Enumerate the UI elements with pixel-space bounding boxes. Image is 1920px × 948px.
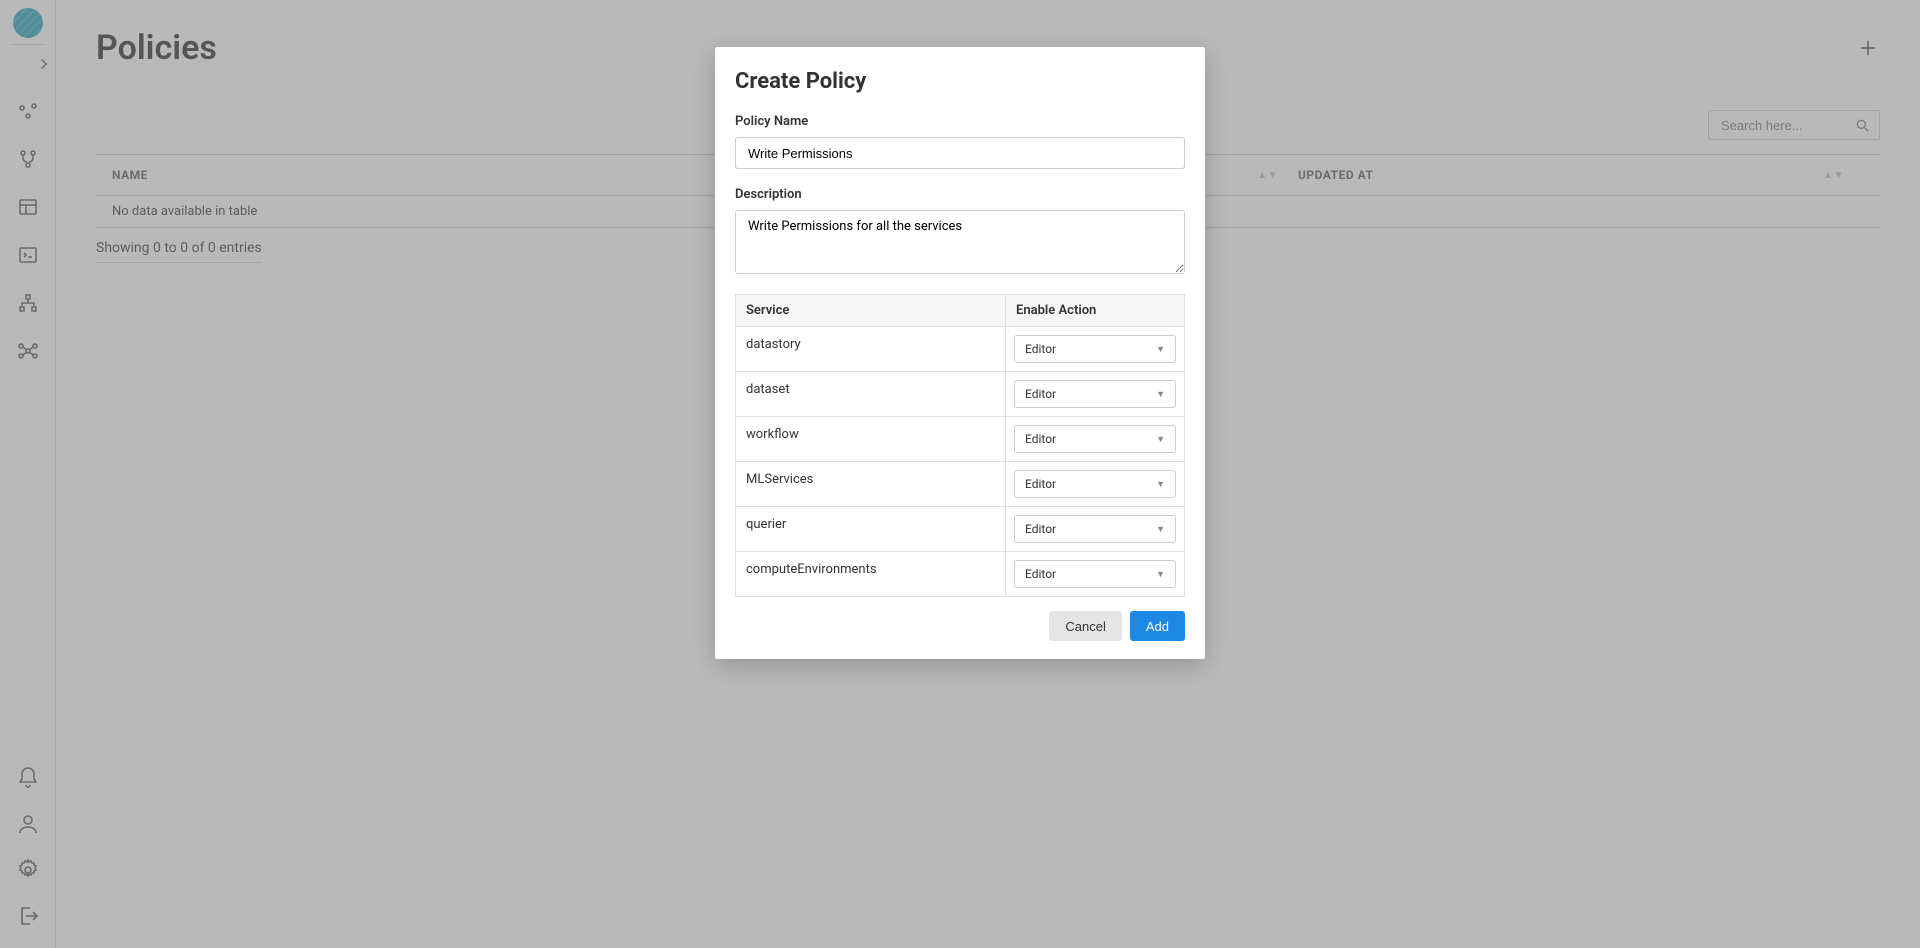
dropdown-value: Editor bbox=[1025, 477, 1056, 491]
service-name: dataset bbox=[736, 372, 1006, 417]
service-name: workflow bbox=[736, 417, 1006, 462]
service-row: dataset Editor ▼ bbox=[736, 372, 1185, 417]
dropdown-value: Editor bbox=[1025, 522, 1056, 536]
service-name: datastory bbox=[736, 327, 1006, 372]
policy-name-input[interactable] bbox=[735, 137, 1185, 169]
dropdown-value: Editor bbox=[1025, 342, 1056, 356]
action-dropdown[interactable]: Editor ▼ bbox=[1014, 425, 1176, 453]
dropdown-value: Editor bbox=[1025, 567, 1056, 581]
modal-title: Create Policy bbox=[735, 69, 1185, 94]
service-name: computeEnvironments bbox=[736, 552, 1006, 597]
create-policy-modal: Create Policy Policy Name Description Se… bbox=[715, 47, 1205, 659]
svc-header-service: Service bbox=[736, 295, 1006, 327]
service-row: querier Editor ▼ bbox=[736, 507, 1185, 552]
caret-down-icon: ▼ bbox=[1156, 569, 1165, 580]
action-dropdown[interactable]: Editor ▼ bbox=[1014, 560, 1176, 588]
dropdown-value: Editor bbox=[1025, 432, 1056, 446]
caret-down-icon: ▼ bbox=[1156, 479, 1165, 490]
service-row: MLServices Editor ▼ bbox=[736, 462, 1185, 507]
svc-header-action: Enable Action bbox=[1006, 295, 1185, 327]
caret-down-icon: ▼ bbox=[1156, 434, 1165, 445]
service-name: querier bbox=[736, 507, 1006, 552]
action-dropdown[interactable]: Editor ▼ bbox=[1014, 335, 1176, 363]
caret-down-icon: ▼ bbox=[1156, 524, 1165, 535]
action-dropdown[interactable]: Editor ▼ bbox=[1014, 470, 1176, 498]
cancel-button[interactable]: Cancel bbox=[1049, 611, 1121, 641]
add-button[interactable]: Add bbox=[1130, 611, 1185, 641]
dropdown-value: Editor bbox=[1025, 387, 1056, 401]
action-dropdown[interactable]: Editor ▼ bbox=[1014, 380, 1176, 408]
service-row: workflow Editor ▼ bbox=[736, 417, 1185, 462]
services-table: Service Enable Action datastoryEditor▼da… bbox=[735, 294, 1185, 597]
caret-down-icon: ▼ bbox=[1156, 389, 1165, 400]
description-label: Description bbox=[735, 187, 1185, 202]
policy-name-label: Policy Name bbox=[735, 114, 1185, 129]
service-name: MLServices bbox=[736, 462, 1006, 507]
service-row: datastory Editor ▼ bbox=[736, 327, 1185, 372]
caret-down-icon: ▼ bbox=[1156, 344, 1165, 355]
action-dropdown[interactable]: Editor ▼ bbox=[1014, 515, 1176, 543]
description-textarea[interactable] bbox=[735, 210, 1185, 274]
service-row: computeEnvironments Editor ▼ bbox=[736, 552, 1185, 597]
